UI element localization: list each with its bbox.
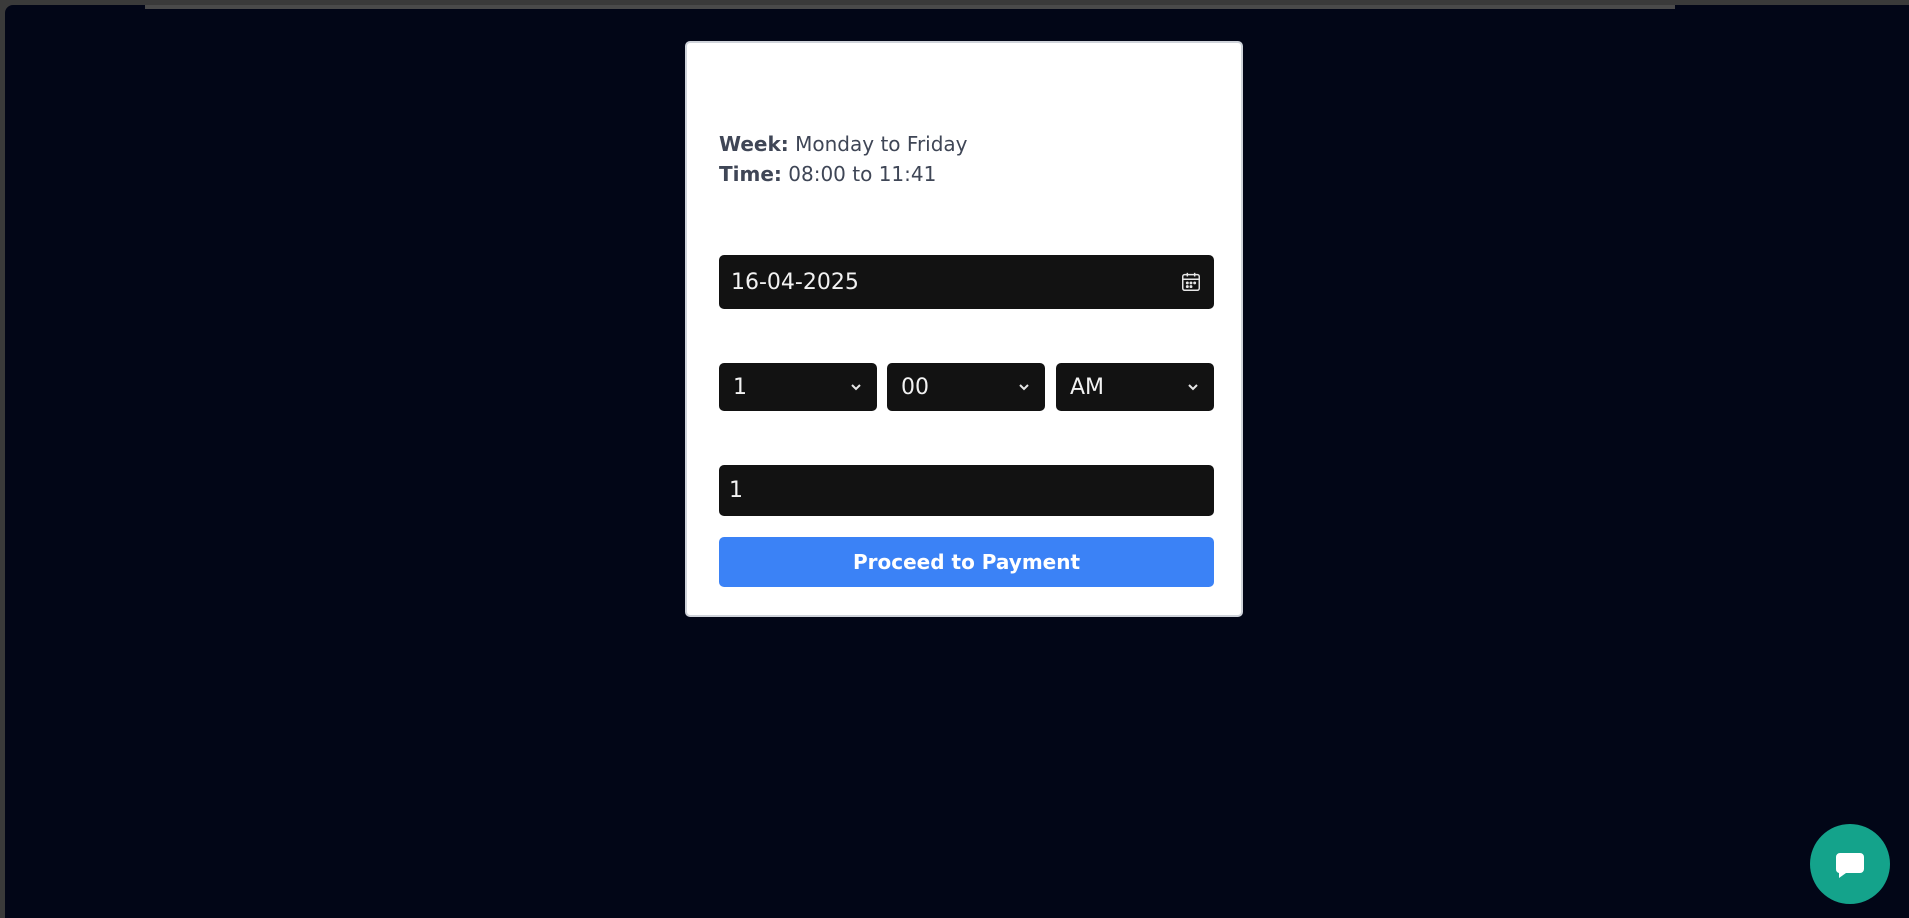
time-row: Time: 08:00 to 11:41 [719, 159, 968, 189]
date-value: 16-04-2025 [731, 269, 859, 295]
window-top-edge [145, 5, 1675, 9]
time-label: Time: [719, 162, 782, 186]
schedule-info: Week: Monday to Friday Time: 08:00 to 11… [719, 129, 968, 189]
app-screen: Week: Monday to Friday Time: 08:00 to 11… [5, 5, 1909, 918]
minute-value: 00 [901, 374, 929, 400]
proceed-to-payment-button[interactable]: Proceed to Payment [719, 537, 1214, 587]
booking-card: Week: Monday to Friday Time: 08:00 to 11… [685, 41, 1243, 617]
hour-select[interactable]: 1 [719, 363, 877, 411]
chevron-down-icon [1019, 384, 1029, 391]
minute-select[interactable]: 00 [887, 363, 1045, 411]
hour-value: 1 [733, 374, 747, 400]
period-select[interactable]: AM [1056, 363, 1214, 411]
chevron-down-icon [1188, 384, 1198, 391]
chat-bubble-icon [1835, 853, 1864, 878]
chat-button[interactable] [1810, 824, 1890, 904]
week-label: Week: [719, 132, 789, 156]
week-row: Week: Monday to Friday [719, 129, 968, 159]
chevron-down-icon [851, 384, 861, 391]
quantity-input[interactable]: 1 [719, 465, 1214, 516]
date-input[interactable]: 16-04-2025 [719, 255, 1214, 309]
calendar-icon[interactable] [1180, 271, 1202, 293]
quantity-value: 1 [729, 478, 743, 503]
time-value: 08:00 to 11:41 [788, 162, 937, 186]
period-value: AM [1070, 374, 1105, 400]
week-value: Monday to Friday [795, 132, 968, 156]
